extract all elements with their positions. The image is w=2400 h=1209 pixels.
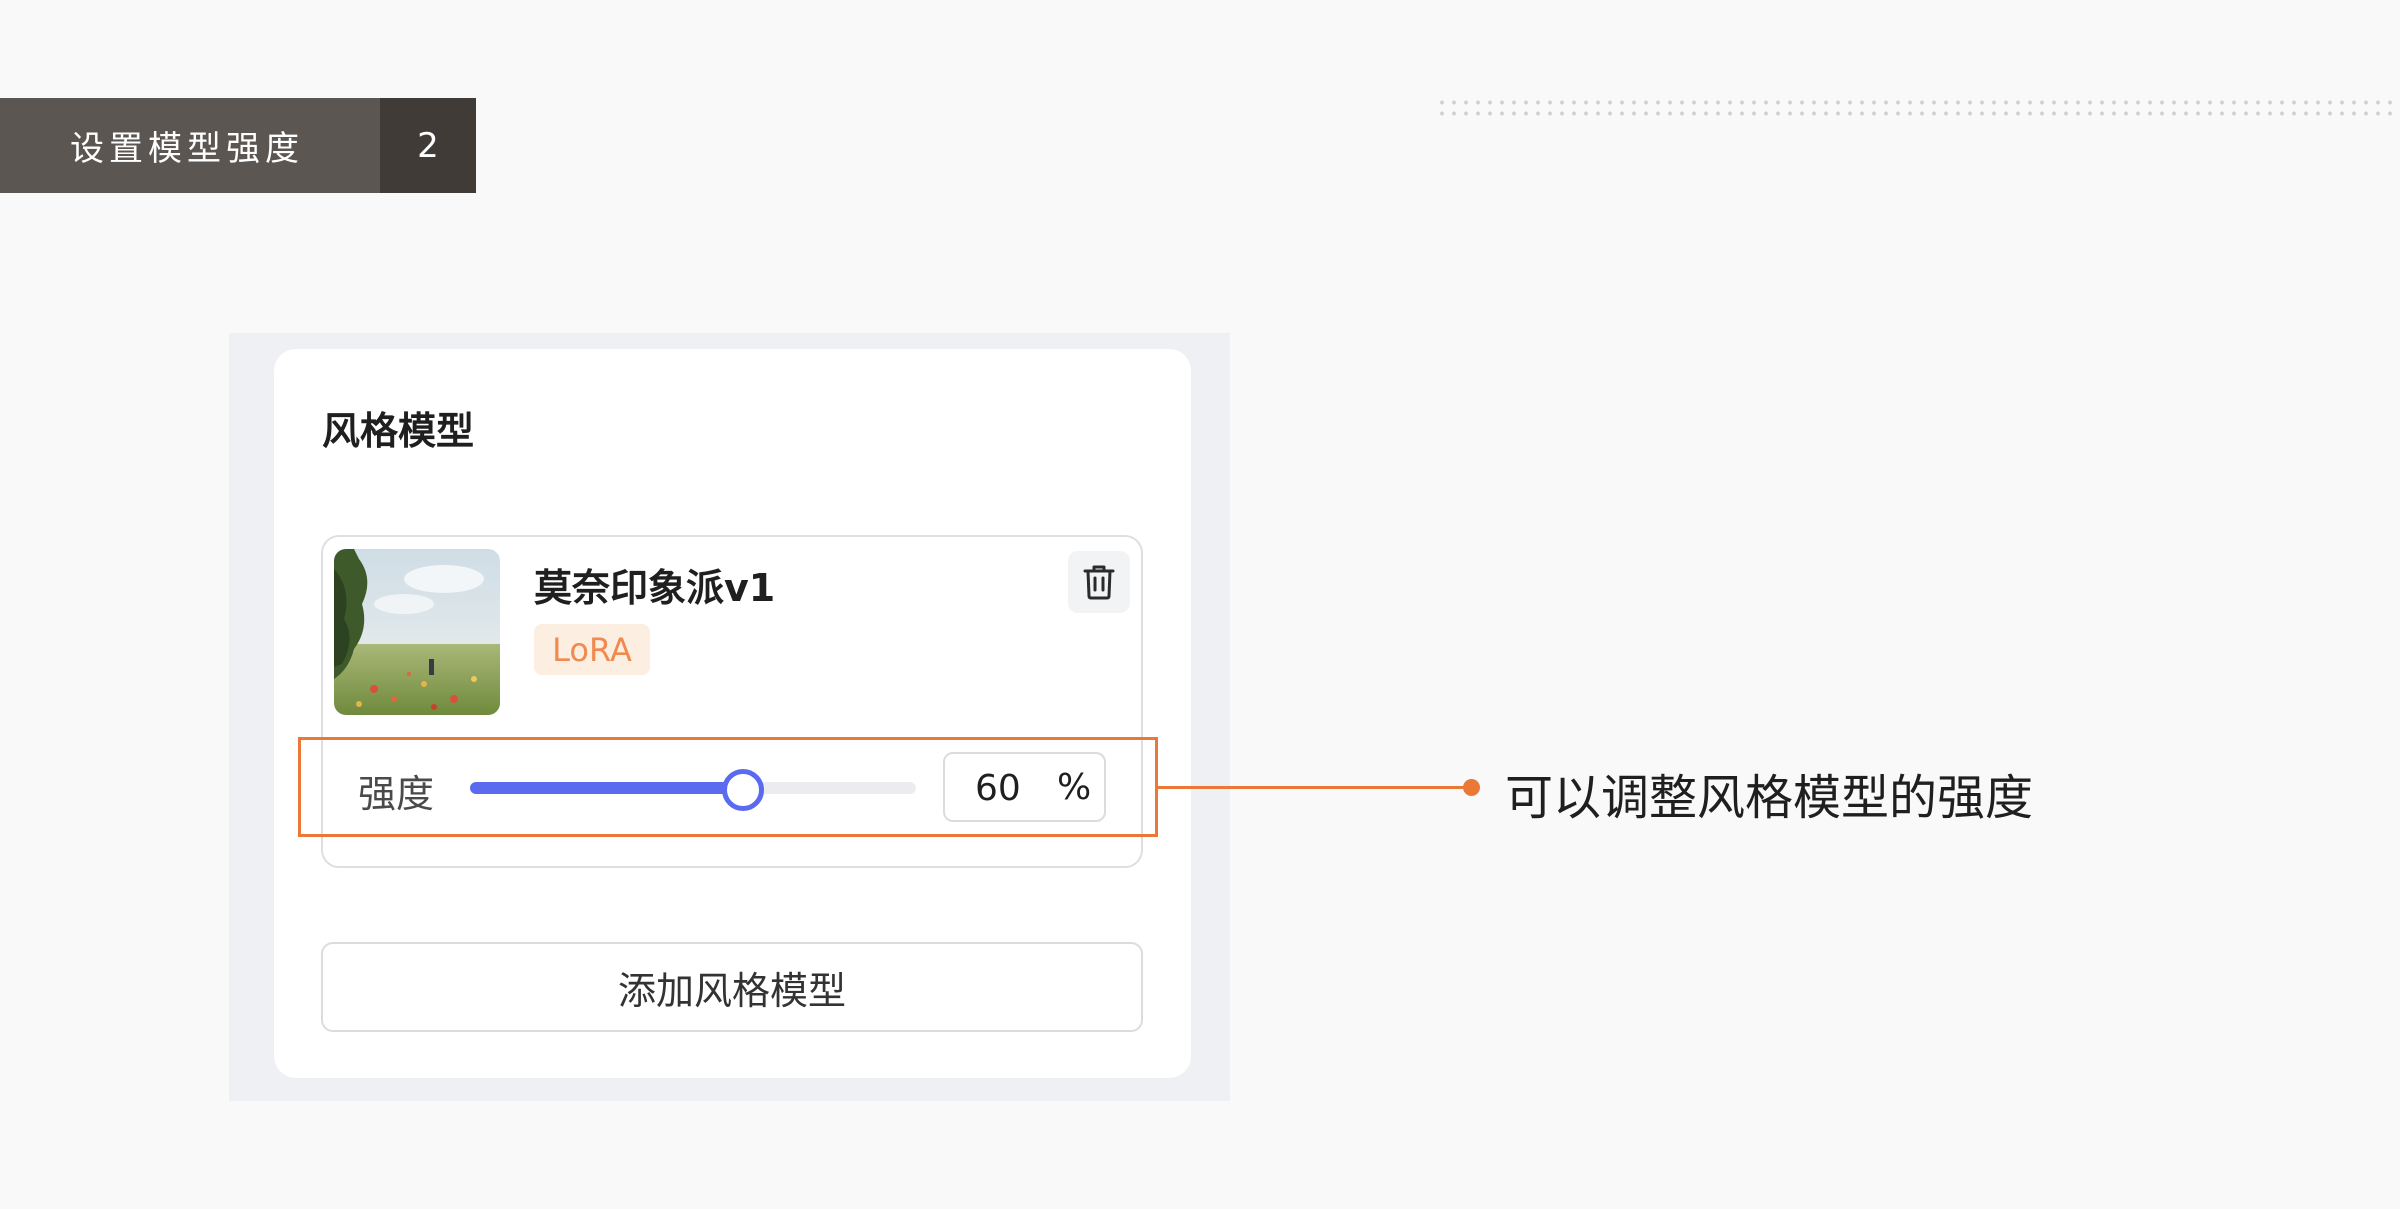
annotation-line	[1158, 786, 1472, 789]
trash-icon	[1083, 565, 1115, 600]
add-style-model-button[interactable]: 添加风格模型	[321, 942, 1143, 1032]
annotation-dot	[1463, 779, 1480, 796]
monet-painting-image	[334, 549, 500, 715]
step-title: 设置模型强度	[0, 98, 380, 193]
model-type-badge: LoRA	[534, 624, 650, 675]
step-number: 2	[380, 98, 476, 193]
step-header: 设置模型强度 2	[0, 98, 476, 193]
card-title: 风格模型	[322, 409, 475, 453]
annotation-text: 可以调整风格模型的强度	[1505, 770, 2034, 826]
model-thumbnail	[334, 549, 500, 715]
annotation-highlight-box	[298, 737, 1158, 837]
delete-model-button[interactable]	[1068, 551, 1130, 613]
model-name: 莫奈印象派v1	[534, 566, 776, 610]
decorative-dots	[1436, 97, 2400, 119]
